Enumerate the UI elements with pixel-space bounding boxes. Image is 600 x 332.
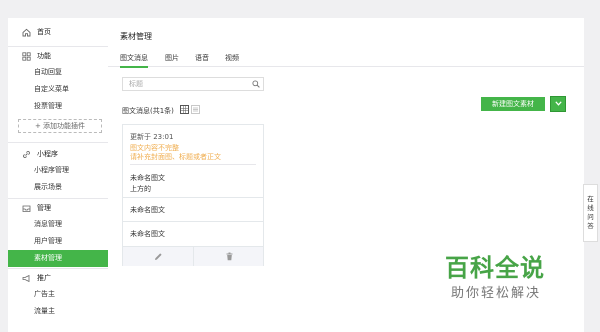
view-toggle [180, 105, 200, 116]
add-plugin-button[interactable]: + 添加功能插件 [18, 119, 102, 133]
sidebar-group-manage: 管理 消息管理 用户管理 素材管理 [8, 200, 108, 267]
sidebar-item-vote[interactable]: 投票管理 [8, 98, 108, 115]
sidebar-home[interactable]: 首页 [8, 24, 108, 40]
sidebar-group-label: 小程序 [37, 150, 58, 158]
search-box [122, 77, 264, 91]
home-icon [20, 26, 32, 38]
sidebar-group-miniprogram: 小程序 小程序管理 展示场景 [8, 146, 108, 196]
search-icon[interactable] [252, 80, 260, 90]
sidebar-item-advertiser[interactable]: 广告主 [8, 286, 108, 303]
divider [130, 164, 256, 165]
card-article-subtitle: 上方的 [130, 185, 151, 193]
inbox-icon [20, 202, 32, 214]
tab-news[interactable]: 图文消息 [120, 52, 148, 68]
card-actions [123, 246, 263, 266]
sidebar-item-label: 首页 [37, 28, 51, 36]
sidebar-item-auto-reply[interactable]: 自动回复 [8, 64, 108, 81]
tab-voice[interactable]: 语音 [195, 52, 209, 66]
sidebar-item-publisher[interactable]: 流量主 [8, 303, 108, 320]
news-card[interactable]: 更新于 23:01 图文内容不完整 请补充封面图、标题或者正文 未命名图文 上方… [122, 124, 264, 266]
divider [8, 142, 108, 143]
divider [193, 247, 194, 266]
sidebar-item-messages[interactable]: 消息管理 [8, 216, 108, 233]
card-article-title[interactable]: 未命名图文 [130, 173, 165, 183]
watermark-subtitle: 助你轻松解决 [451, 286, 542, 301]
sidebar-group-label: 推广 [37, 274, 51, 282]
divider [8, 46, 108, 47]
search-input[interactable] [123, 78, 257, 90]
float-char: 线 [587, 204, 594, 212]
megaphone-icon [20, 272, 32, 284]
page-title: 素材管理 [120, 32, 152, 41]
tab-bar: 图文消息 图片 语音 视频 [108, 52, 584, 68]
float-char: 在 [587, 195, 594, 203]
card-article-title[interactable]: 未命名图文 [130, 229, 165, 239]
card-warning-hint: 请补充封面图、标题或者正文 [130, 153, 221, 161]
news-count: 图文消息(共1条) [122, 107, 174, 115]
divider [123, 197, 263, 198]
tab-images[interactable]: 图片 [165, 52, 179, 66]
divider [8, 198, 108, 199]
card-view-icon[interactable] [180, 105, 189, 116]
divider [123, 221, 263, 222]
new-news-button[interactable]: 新建图文素材 [481, 97, 545, 111]
list-view-icon[interactable] [191, 105, 200, 116]
trash-icon[interactable] [224, 251, 234, 261]
chevron-down-icon [554, 100, 562, 108]
card-article-title[interactable]: 未命名图文 [130, 205, 165, 215]
sidebar-group-label: 管理 [37, 204, 51, 212]
tab-video[interactable]: 视频 [225, 52, 239, 66]
sidebar-item-materials[interactable]: 素材管理 [8, 250, 108, 267]
link-icon [20, 148, 32, 160]
new-options-dropdown[interactable] [550, 96, 566, 112]
card-updated-time: 更新于 23:01 [130, 133, 174, 141]
sidebar-item-users[interactable]: 用户管理 [8, 233, 108, 250]
float-char: 问 [587, 213, 594, 221]
divider [8, 268, 108, 269]
sidebar-group-functions: 功能 自动回复 自定义菜单 投票管理 [8, 48, 108, 115]
sidebar-item-display-scene[interactable]: 展示场景 [8, 179, 108, 196]
online-qa-button[interactable]: 在 线 问 答 [583, 184, 598, 242]
grid-icon [20, 50, 32, 62]
sidebar-item-custom-menu[interactable]: 自定义菜单 [8, 81, 108, 98]
sidebar: 首页 功能 自动回复 自定义菜单 投票管理 + 添加功能插件 小程序 小程序管理… [8, 18, 108, 332]
float-char: 答 [587, 222, 594, 230]
sidebar-group-promote: 推广 广告主 流量主 [8, 270, 108, 320]
pencil-icon[interactable] [153, 251, 163, 261]
watermark-title: 百科全说 [445, 254, 545, 282]
sidebar-item-miniprogram-manage[interactable]: 小程序管理 [8, 162, 108, 179]
sidebar-group-label: 功能 [37, 52, 51, 60]
